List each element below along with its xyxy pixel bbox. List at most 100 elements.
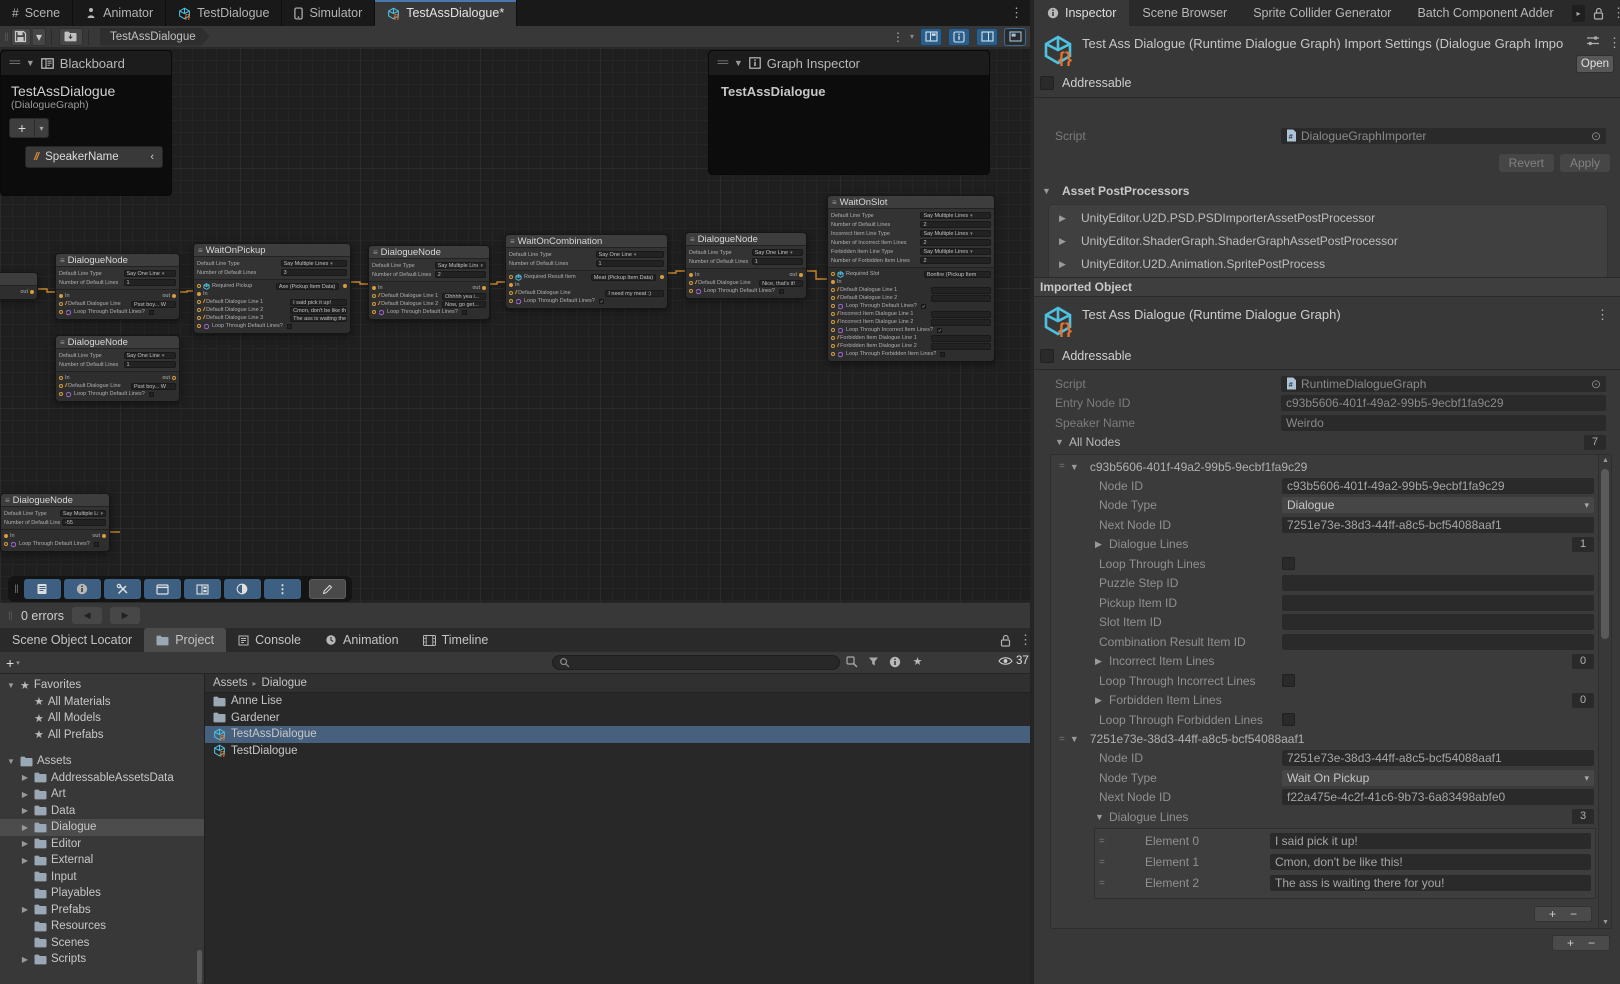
output-port[interactable] [172, 294, 176, 298]
text-field[interactable] [1282, 575, 1594, 591]
presets-icon[interactable] [1586, 35, 1600, 51]
save-dropdown-button[interactable]: ▾ [33, 28, 46, 46]
graph-node-waitonpickup[interactable]: ≡WaitOnPickupDefault Line TypeSay Multip… [193, 243, 351, 334]
field-value[interactable]: c93b5606-401f-49a2-99b5-9ecbf1fa9c29 [1281, 395, 1606, 411]
toolbar-drag-handle[interactable]: ‖ [14, 582, 19, 596]
text-field[interactable]: I need my meat :) [605, 290, 664, 297]
text-field[interactable]: The ass is waiting there for y [290, 315, 347, 322]
scroll-up-icon[interactable]: ▲ [1599, 457, 1612, 464]
input-port[interactable] [689, 273, 693, 277]
foldout-triangle-icon[interactable]: ▶ [1059, 236, 1073, 247]
input-port[interactable] [831, 328, 835, 332]
graph-node-dialoguenode[interactable]: ≡DialogueNodeDefault Line TypeSay One Li… [685, 232, 807, 299]
input-port[interactable] [372, 294, 376, 298]
tree-item-data[interactable]: ▶Data [0, 803, 204, 820]
more-tabs-button[interactable]: ▸ [1572, 5, 1585, 22]
project-search-input[interactable] [552, 655, 840, 670]
tree-item-prefabs[interactable]: ▶Prefabs [0, 902, 204, 919]
graph-node-waitoncombination[interactable]: ≡WaitOnCombinationDefault Line TypeSay O… [505, 234, 668, 309]
save-button[interactable] [11, 28, 31, 46]
graph-node-dialoguenode[interactable]: ≡DialogueNodeDefault Line TypeSay Multip… [368, 245, 490, 320]
collapse-chevron-icon[interactable]: ‹ [150, 151, 154, 163]
output-port[interactable] [660, 275, 664, 279]
tree-item-input[interactable]: Input [0, 869, 204, 886]
text-field[interactable]: Now, go get... [442, 301, 486, 308]
graph-inspector-panel[interactable]: == ▼ Graph Inspector TestAssDialogue [708, 50, 990, 175]
drag-handle-icon[interactable]: = [1059, 734, 1064, 745]
input-port[interactable] [197, 308, 201, 312]
foldout-triangle-icon[interactable]: ▼ [1070, 462, 1084, 472]
checkbox[interactable] [1282, 713, 1295, 726]
text-field[interactable] [931, 295, 991, 302]
output-port[interactable] [482, 286, 486, 290]
checkbox[interactable] [287, 324, 292, 329]
add-asset-button[interactable]: +▾ [6, 655, 20, 671]
input-port[interactable] [372, 302, 376, 306]
object-kebab-icon[interactable]: ⋮ [1596, 307, 1609, 323]
asset-postprocessors-foldout[interactable]: ▼Asset PostProcessors [1034, 178, 1620, 202]
node-collapse-icon[interactable]: ≡ [832, 198, 837, 207]
layout-toggle-button[interactable] [920, 28, 942, 46]
remove-element-button[interactable]: − [1570, 907, 1577, 921]
tree-item-playables[interactable]: Playables [0, 885, 204, 902]
input-port[interactable] [831, 336, 835, 340]
doc-tab-simulator[interactable]: Simulator [282, 0, 375, 26]
add-element-button[interactable]: + [1549, 907, 1556, 921]
asset-item-testdialogue[interactable]: {}TestDialogue [205, 743, 1030, 760]
dropdown[interactable]: Wait On Pickup▾ [1282, 770, 1594, 786]
text-field[interactable]: Ohhhh yea i... [442, 293, 486, 300]
input-port[interactable] [831, 352, 835, 356]
add-node-button[interactable]: + [1567, 936, 1574, 950]
hidden-count-eye-icon[interactable] [998, 656, 1013, 666]
tree-item-art[interactable]: ▶Art [0, 786, 204, 803]
list-scrollbar[interactable]: ▲▼ [1598, 455, 1611, 928]
breadcrumb[interactable]: TestAssDialogue [100, 28, 210, 46]
number-field[interactable]: 1 [752, 258, 803, 265]
input-port[interactable] [59, 392, 63, 396]
input-port[interactable] [831, 312, 835, 316]
drag-handle-icon[interactable]: == [9, 57, 20, 69]
drag-handle-icon[interactable]: = [1059, 461, 1064, 472]
minimap-toggle-button[interactable] [1004, 28, 1026, 46]
foldout-triangle-icon[interactable]: ▶ [1059, 213, 1073, 224]
panel-tab-timeline[interactable]: Timeline [411, 628, 501, 652]
tree-item-addressableassetsdata[interactable]: ▶AddressableAssetsData [0, 770, 204, 787]
checkbox[interactable] [462, 310, 467, 315]
input-port[interactable] [372, 310, 376, 314]
tree-item-editor[interactable]: ▶Editor [0, 836, 204, 853]
blackboard-panel[interactable]: == ▼ Blackboard TestAssDialogue (Dialogu… [0, 50, 172, 196]
input-port[interactable] [831, 344, 835, 348]
input-port[interactable] [197, 300, 201, 304]
foldout-triangle-icon[interactable]: ▶ [1095, 539, 1109, 550]
number-field[interactable]: 1 [124, 279, 177, 286]
tree-item-scenes[interactable]: Scenes [0, 935, 204, 952]
node-collapse-icon[interactable]: ≡ [60, 338, 65, 347]
input-port[interactable] [509, 283, 513, 287]
favorites-star-icon[interactable]: ★ [911, 655, 924, 668]
checkbox[interactable] [1282, 557, 1295, 570]
next-error-button[interactable]: ▶ [110, 607, 140, 624]
open-button[interactable]: Open [1576, 55, 1614, 73]
node-collapse-icon[interactable]: ≡ [510, 237, 515, 246]
checkbox[interactable] [779, 289, 784, 294]
breadcrumb-assets[interactable]: Assets [213, 677, 248, 689]
apply-button[interactable]: Apply [1560, 154, 1610, 172]
postprocessor-row[interactable]: ▶UnityEditor.U2D.PSD.PSDImporterAssetPos… [1049, 207, 1607, 230]
graph-inspector-toggle-button[interactable] [948, 28, 970, 46]
output-port[interactable] [799, 273, 803, 277]
foldout-triangle-icon[interactable]: ▼ [1055, 437, 1069, 447]
node-entry-header[interactable]: =▼7251e73e-38d3-44ff-a8c5-bcf54088aaf1 [1051, 730, 1598, 749]
enum-dropdown[interactable]: Say Multiple Lines▾ [60, 510, 106, 517]
input-port[interactable] [689, 281, 693, 285]
input-port[interactable] [509, 275, 513, 279]
enum-dropdown[interactable]: Say One Line▾ [124, 352, 177, 359]
node-title-bar[interactable]: ≡WaitOnSlot [828, 196, 994, 209]
checkbox[interactable] [921, 304, 926, 309]
contrast-button[interactable] [224, 579, 261, 599]
text-field[interactable] [1282, 614, 1594, 630]
node-entry-header[interactable]: =▼c93b5606-401f-49a2-99b5-9ecbf1fa9c29 [1051, 457, 1598, 476]
inspector-tab-batch-component-adder[interactable]: Batch Component Adder [1404, 0, 1566, 26]
input-port[interactable] [509, 291, 513, 295]
text-field[interactable]: c93b5606-401f-49a2-99b5-9ecbf1fa9c29 [1282, 478, 1594, 494]
graph-node-dialoguenode[interactable]: ≡DialogueNodeDefault Line TypeSay Multip… [0, 493, 110, 552]
